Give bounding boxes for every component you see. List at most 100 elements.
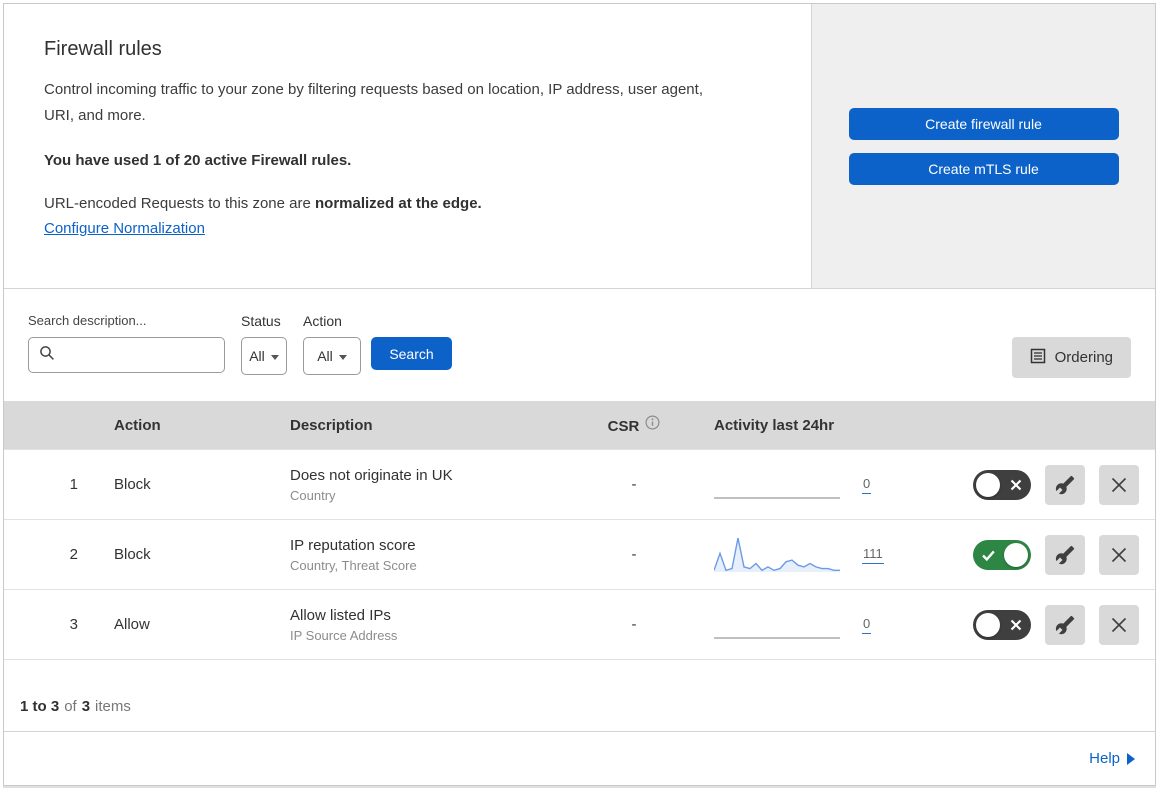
pagination-total: 3 bbox=[81, 698, 91, 715]
create-firewall-rule-button[interactable]: Create firewall rule bbox=[848, 108, 1119, 140]
table-row: 3 Allow Allow listed IPs IP Source Addre… bbox=[4, 589, 1155, 659]
help-bar: Help bbox=[4, 732, 1155, 785]
toggle-x-icon bbox=[1010, 619, 1022, 630]
rule-priority: 3 bbox=[69, 616, 78, 633]
configure-normalization-link[interactable]: Configure Normalization bbox=[44, 220, 205, 237]
rule-action: Block bbox=[114, 546, 151, 563]
rule-action: Block bbox=[114, 476, 151, 493]
rule-fields: Country bbox=[290, 487, 336, 503]
wrench-icon bbox=[1055, 475, 1075, 494]
help-link[interactable]: Help bbox=[1089, 750, 1135, 767]
action-label: Action bbox=[303, 313, 342, 329]
ordering-button[interactable]: Ordering bbox=[1011, 337, 1131, 378]
pagination-range: 1 to 3 bbox=[20, 698, 60, 715]
toggle-knob bbox=[976, 612, 1000, 637]
rule-description: IP reputation score bbox=[290, 536, 416, 554]
close-icon bbox=[1111, 547, 1127, 562]
search-button[interactable]: Search bbox=[371, 337, 452, 370]
status-filter-group: Status All bbox=[241, 313, 287, 375]
usage-summary: You have used 1 of 20 active Firewall ru… bbox=[44, 151, 352, 169]
table-row: 1 Block Does not originate in UK Country… bbox=[4, 449, 1155, 519]
rule-toggle[interactable] bbox=[973, 469, 1031, 500]
delete-rule-button[interactable] bbox=[1099, 464, 1139, 505]
delete-rule-button[interactable] bbox=[1099, 604, 1139, 645]
normalization-note-text: URL-encoded Requests to this zone are bbox=[44, 194, 315, 212]
ordering-button-label: Ordering bbox=[1054, 349, 1113, 366]
search-icon bbox=[39, 345, 55, 366]
rule-description: Allow listed IPs bbox=[290, 606, 391, 624]
top-section: Firewall rules Control incoming traffic … bbox=[4, 4, 1155, 289]
filter-bar: Search description... Status All Action … bbox=[4, 289, 1155, 401]
activity-cell: 0 bbox=[704, 604, 934, 646]
rule-toggle[interactable] bbox=[973, 609, 1031, 640]
rule-priority: 2 bbox=[69, 546, 78, 563]
activity-sparkline bbox=[714, 537, 840, 572]
create-mtls-rule-button[interactable]: Create mTLS rule bbox=[848, 153, 1119, 185]
table-header: Action Description CSR Activity last 24h… bbox=[4, 401, 1155, 449]
edit-rule-button[interactable] bbox=[1045, 534, 1085, 575]
action-dropdown-value: All bbox=[317, 348, 333, 364]
activity-sparkline bbox=[714, 496, 840, 499]
search-input[interactable] bbox=[28, 337, 225, 373]
rule-description-cell: Does not originate in UK Country bbox=[274, 467, 564, 503]
rule-fields: Country, Threat Score bbox=[290, 557, 417, 573]
delete-rule-button[interactable] bbox=[1099, 534, 1139, 575]
table-row: 2 Block IP reputation score Country, Thr… bbox=[4, 519, 1155, 589]
toggle-x-icon bbox=[1010, 479, 1022, 490]
rule-fields: IP Source Address bbox=[290, 627, 398, 643]
close-icon bbox=[1111, 617, 1127, 632]
help-link-label: Help bbox=[1089, 750, 1120, 767]
csr-value: - bbox=[631, 616, 637, 633]
chevron-down-icon bbox=[270, 354, 279, 360]
controls-cell bbox=[934, 534, 1155, 575]
wrench-icon bbox=[1055, 615, 1075, 634]
edit-rule-button[interactable] bbox=[1045, 464, 1085, 505]
csr-column-header: CSR bbox=[564, 415, 704, 435]
ordering-list-icon bbox=[1030, 348, 1046, 368]
info-icon[interactable] bbox=[645, 415, 660, 434]
activity-cell: 111 bbox=[704, 534, 934, 576]
activity-count[interactable]: 0 bbox=[862, 476, 872, 494]
activity-sparkline bbox=[714, 636, 840, 639]
toggle-knob bbox=[976, 472, 1000, 497]
action-dropdown[interactable]: All bbox=[303, 337, 361, 375]
toggle-check-icon bbox=[982, 550, 995, 561]
pagination-items: items bbox=[95, 698, 131, 715]
rule-toggle[interactable] bbox=[973, 539, 1031, 570]
activity-count[interactable]: 0 bbox=[862, 616, 872, 634]
edit-rule-button[interactable] bbox=[1045, 604, 1085, 645]
rule-description: Does not originate in UK bbox=[290, 466, 453, 484]
status-dropdown-value: All bbox=[249, 348, 265, 364]
csr-header-label: CSR bbox=[607, 418, 640, 435]
chevron-down-icon bbox=[338, 354, 347, 360]
csr-value: - bbox=[631, 546, 637, 563]
arrow-right-icon bbox=[1127, 752, 1135, 765]
firewall-rules-page: Firewall rules Control incoming traffic … bbox=[3, 3, 1156, 786]
toggle-knob bbox=[1004, 542, 1028, 567]
activity-column-header: Activity last 24hr bbox=[714, 416, 835, 434]
csr-value: - bbox=[631, 476, 637, 493]
cta-panel: Create firewall rule Create mTLS rule bbox=[812, 4, 1155, 289]
controls-cell bbox=[934, 464, 1155, 505]
wrench-icon bbox=[1055, 545, 1075, 564]
action-filter-group: Action All bbox=[303, 313, 361, 375]
intro-card: Firewall rules Control incoming traffic … bbox=[4, 4, 812, 289]
rule-description-cell: IP reputation score Country, Threat Scor… bbox=[274, 537, 564, 573]
controls-cell bbox=[934, 604, 1155, 645]
normalization-note: URL-encoded Requests to this zone are no… bbox=[44, 195, 771, 212]
activity-cell: 0 bbox=[704, 464, 934, 506]
rule-action: Allow bbox=[114, 616, 150, 633]
rule-description-cell: Allow listed IPs IP Source Address bbox=[274, 607, 564, 643]
page-description: Control incoming traffic to your zone by… bbox=[44, 81, 703, 125]
close-icon bbox=[1111, 477, 1127, 492]
pagination-summary: 1 to 3 of 3 items bbox=[4, 659, 1155, 732]
normalization-note-bold: normalized at the edge. bbox=[315, 194, 482, 212]
action-column-header: Action bbox=[114, 416, 161, 434]
search-label: Search description... bbox=[28, 313, 147, 328]
rule-priority: 1 bbox=[69, 476, 78, 493]
page-title: Firewall rules bbox=[44, 38, 162, 60]
status-dropdown[interactable]: All bbox=[241, 337, 287, 375]
activity-count[interactable]: 111 bbox=[862, 546, 884, 564]
pagination-of: of bbox=[64, 698, 77, 715]
description-column-header: Description bbox=[290, 416, 373, 434]
